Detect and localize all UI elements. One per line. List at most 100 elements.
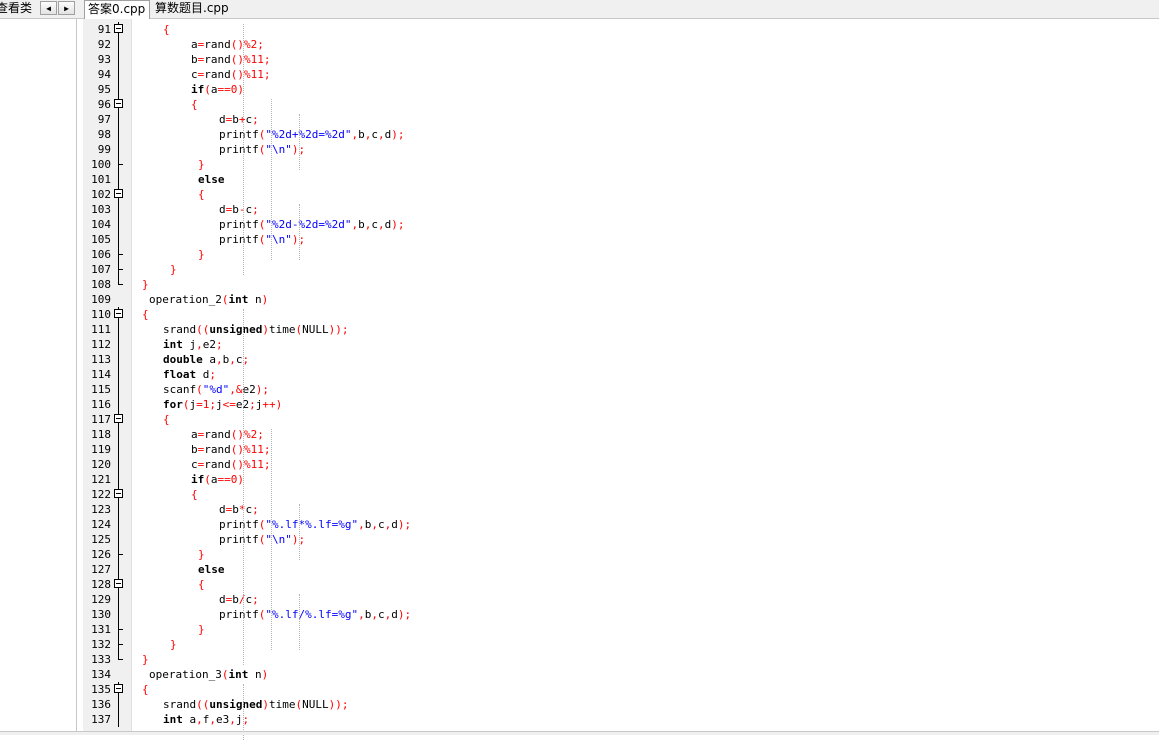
code-line[interactable]: 120 c=rand()%11; xyxy=(83,457,1159,472)
operator-token: ; xyxy=(209,368,216,381)
indent-guide xyxy=(271,189,272,260)
fold-collapse-icon[interactable] xyxy=(114,189,123,198)
code-line[interactable]: 121 if(a==0) xyxy=(83,472,1159,487)
fold-collapse-icon[interactable] xyxy=(114,489,123,498)
code-line[interactable]: 93 b=rand()%11; xyxy=(83,52,1159,67)
string-token: "%.lf/%.lf=%g" xyxy=(265,608,359,621)
identifier-token: scanf xyxy=(163,383,197,396)
code-line[interactable]: 101 else xyxy=(83,172,1159,187)
fold-collapse-icon[interactable] xyxy=(114,414,123,423)
code-line[interactable]: 115 scanf("%d",&e2); xyxy=(83,382,1159,397)
operator-token: } xyxy=(170,263,177,276)
operator-token: , xyxy=(358,608,365,621)
fold-line xyxy=(118,607,119,622)
code-text: printf("%.lf/%.lf=%g",b,c,d); xyxy=(219,607,411,622)
horizontal-scrollbar[interactable] xyxy=(0,731,1159,735)
code-line[interactable]: 106} xyxy=(83,247,1159,262)
code-line[interactable]: 112 int j,e2; xyxy=(83,337,1159,352)
operator-token: ) xyxy=(262,323,269,336)
code-line[interactable]: 134 operation_3(int n) xyxy=(83,667,1159,682)
code-line[interactable]: 117 { xyxy=(83,412,1159,427)
fold-collapse-icon[interactable] xyxy=(114,579,123,588)
code-line[interactable]: 124 printf("%.lf*%.lf=%g",b,c,d); xyxy=(83,517,1159,532)
fold-end-marker xyxy=(118,644,123,645)
code-line[interactable]: 111 srand((unsigned)time(NULL)); xyxy=(83,322,1159,337)
fold-collapse-icon[interactable] xyxy=(114,309,123,318)
line-number: 131 xyxy=(91,623,111,636)
code-line[interactable]: 103 d=b-c; xyxy=(83,202,1159,217)
code-line[interactable]: 104 printf("%2d-%2d=%2d",b,c,d); xyxy=(83,217,1159,232)
code-text: scanf("%d",&e2); xyxy=(163,382,269,397)
fold-end-marker xyxy=(118,629,123,630)
code-line[interactable]: 91 { xyxy=(83,22,1159,37)
identifier-token: printf xyxy=(219,533,259,546)
code-line[interactable]: 125 printf("\n"); xyxy=(83,532,1159,547)
tab-answer0-cpp[interactable]: 答案0.cpp xyxy=(84,0,150,19)
fold-collapse-icon[interactable] xyxy=(114,684,123,693)
code-line[interactable]: 136 srand((unsigned)time(NULL)); xyxy=(83,697,1159,712)
code-line[interactable]: 137 int a,f,e3,j; xyxy=(83,712,1159,727)
operator-token: , xyxy=(358,518,365,531)
line-number: 99 xyxy=(97,143,111,156)
fold-line xyxy=(118,112,119,127)
fold-line xyxy=(118,457,119,472)
identifier-token: NULL xyxy=(302,323,329,336)
code-line[interactable]: 128 { xyxy=(83,577,1159,592)
code-line[interactable]: 114 float d; xyxy=(83,367,1159,382)
code-line[interactable]: 130 printf("%.lf/%.lf=%g",b,c,d); xyxy=(83,607,1159,622)
code-line[interactable]: 132} xyxy=(83,637,1159,652)
code-line[interactable]: 105 printf("\n"); xyxy=(83,232,1159,247)
code-line[interactable]: 102 { xyxy=(83,187,1159,202)
code-line[interactable]: 118 a=rand()%2; xyxy=(83,427,1159,442)
code-line[interactable]: 94 c=rand()%11; xyxy=(83,67,1159,82)
code-line[interactable]: 133} xyxy=(83,652,1159,667)
operator-token: )); xyxy=(328,323,349,336)
code-line[interactable]: 119 b=rand()%11; xyxy=(83,442,1159,457)
identifier-token: rand xyxy=(204,428,231,441)
code-text: srand((unsigned)time(NULL)); xyxy=(163,322,348,337)
code-line[interactable]: 97 d=b+c; xyxy=(83,112,1159,127)
string-token: "\n" xyxy=(265,143,292,156)
code-line[interactable]: 95 if(a==0) xyxy=(83,82,1159,97)
code-text: { xyxy=(191,97,198,112)
code-line[interactable]: 98 printf("%2d+%2d=%2d",b,c,d); xyxy=(83,127,1159,142)
fold-collapse-icon[interactable] xyxy=(114,24,123,33)
class-browser-panel[interactable] xyxy=(0,19,77,731)
fold-line xyxy=(118,82,119,97)
keyword-token: unsigned xyxy=(209,323,263,336)
identifier-token: srand xyxy=(163,698,197,711)
code-line[interactable]: 129 d=b/c; xyxy=(83,592,1159,607)
line-number: 126 xyxy=(91,548,111,561)
code-line[interactable]: 135 { xyxy=(83,682,1159,697)
operator-token: == xyxy=(217,83,231,96)
code-line[interactable]: 123 d=b*c; xyxy=(83,502,1159,517)
identifier-token: rand xyxy=(204,53,231,66)
code-line[interactable]: 92 a=rand()%2; xyxy=(83,37,1159,52)
nav-right-button[interactable]: ▶ xyxy=(58,1,75,15)
keyword-token: double xyxy=(163,353,203,366)
code-line[interactable]: 110 { xyxy=(83,307,1159,322)
code-line[interactable]: 107} xyxy=(83,262,1159,277)
line-number: 116 xyxy=(91,398,111,411)
code-line[interactable]: 99 printf("\n"); xyxy=(83,142,1159,157)
keyword-token: unsigned xyxy=(209,698,263,711)
code-text: } xyxy=(198,247,205,262)
code-text: d=b-c; xyxy=(219,202,259,217)
code-line[interactable]: 100} xyxy=(83,157,1159,172)
code-line[interactable]: 109 operation_2(int n) xyxy=(83,292,1159,307)
code-line[interactable]: 113 double a,b,c; xyxy=(83,352,1159,367)
code-line[interactable]: 108} xyxy=(83,277,1159,292)
identifier-token: b xyxy=(232,503,239,516)
code-line[interactable]: 126} xyxy=(83,547,1159,562)
code-line[interactable]: 122 { xyxy=(83,487,1159,502)
code-line[interactable]: 116 for(j=1;j<=e2;j++) xyxy=(83,397,1159,412)
code-line[interactable]: 96 { xyxy=(83,97,1159,112)
fold-collapse-icon[interactable] xyxy=(114,99,123,108)
line-number: 129 xyxy=(91,593,111,606)
nav-left-button[interactable]: ◀ xyxy=(40,1,57,15)
code-line[interactable]: 131} xyxy=(83,622,1159,637)
tab-arithmetic-questions-cpp[interactable]: 算数题目.cpp xyxy=(152,0,234,18)
code-line[interactable]: 127 else xyxy=(83,562,1159,577)
operator-token: , xyxy=(229,713,236,726)
line-number: 102 xyxy=(91,188,111,201)
